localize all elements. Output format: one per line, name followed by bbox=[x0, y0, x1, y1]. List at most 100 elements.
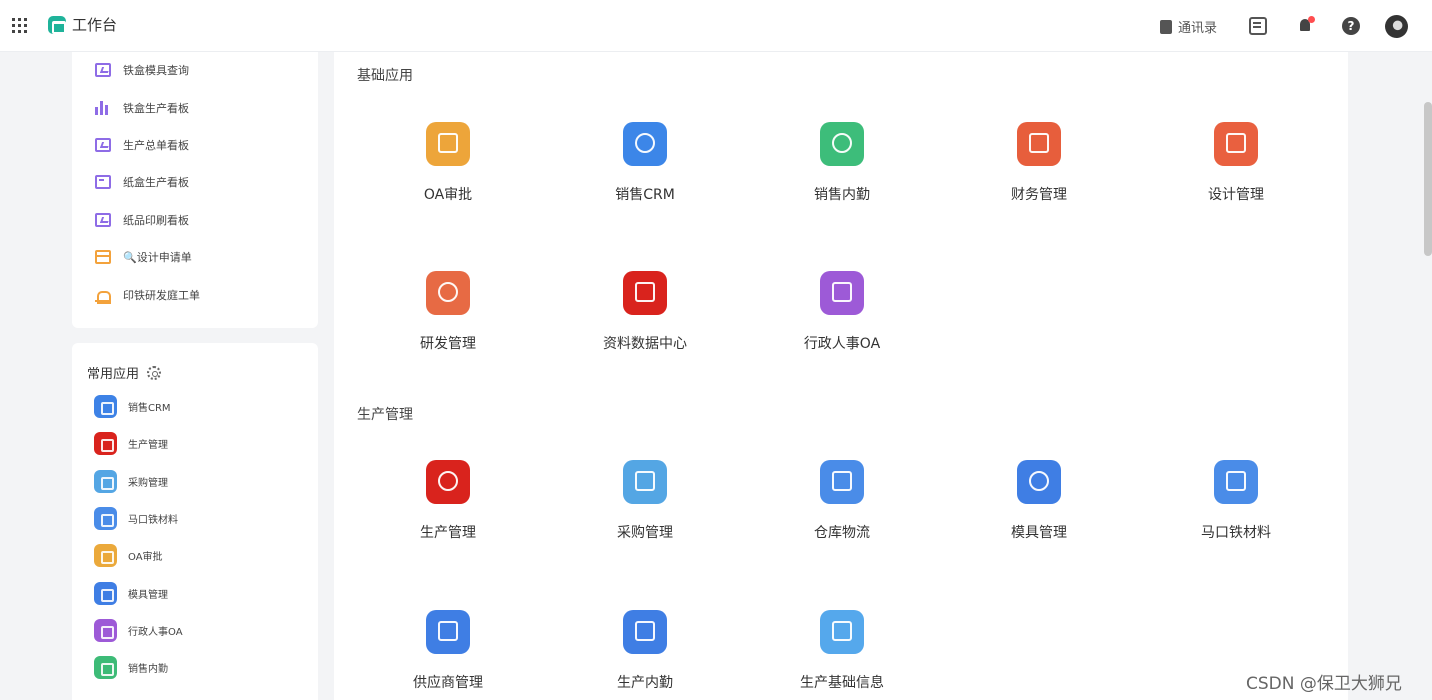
settings-gear-icon[interactable] bbox=[147, 365, 162, 380]
notification-bell-icon[interactable] bbox=[1297, 16, 1315, 35]
app-tile-label: 行政人事OA bbox=[803, 336, 881, 352]
report-link[interactable]: 生产总单看板 bbox=[95, 137, 189, 153]
address-book-icon bbox=[1160, 19, 1172, 34]
app-tile[interactable]: 研发管理 bbox=[378, 271, 518, 371]
oa-icon bbox=[94, 619, 117, 642]
app-launcher: 基础应用 OA审批 销售CRM 销售内勤 财务管理 设计管理 研发管理 资料数据… bbox=[334, 52, 1348, 700]
app-tile[interactable]: 销售CRM bbox=[575, 122, 715, 222]
common-app-item[interactable]: 销售CRM bbox=[94, 395, 171, 418]
report-link-label: 纸品印刷看板 bbox=[123, 214, 189, 227]
common-app-label: 销售CRM bbox=[128, 403, 171, 414]
mfg-icon bbox=[94, 432, 117, 455]
report-link-label: 印铁研发庭工单 bbox=[123, 289, 200, 302]
common-app-label: 采购管理 bbox=[128, 478, 168, 489]
user-avatar[interactable] bbox=[1385, 15, 1408, 38]
app-tile[interactable]: 采购管理 bbox=[575, 460, 715, 560]
app-tile[interactable]: 财务管理 bbox=[969, 122, 1109, 222]
app-tile[interactable]: 生产内勤 bbox=[575, 610, 715, 700]
contacts-button[interactable]: 通讯录 bbox=[1160, 17, 1217, 36]
report-link[interactable]: 铁盒生产看板 bbox=[95, 100, 189, 116]
app-tile[interactable]: 模具管理 bbox=[969, 460, 1109, 560]
app-tile[interactable]: 仓库物流 bbox=[772, 460, 912, 560]
app-tile-label: 采购管理 bbox=[617, 525, 673, 541]
app-title: 工作台 bbox=[72, 16, 118, 34]
gear-mes-icon bbox=[94, 582, 117, 605]
report-link[interactable]: 纸品印刷看板 bbox=[95, 212, 189, 228]
cart-icon bbox=[820, 610, 864, 654]
warehouse-icon bbox=[623, 610, 667, 654]
warehouse-icon bbox=[426, 610, 470, 654]
report-link-label: 生产总单看板 bbox=[123, 139, 189, 152]
app-tile-label: 资料数据中心 bbox=[603, 336, 687, 352]
crm-hub-icon bbox=[623, 122, 667, 166]
mfg-icon bbox=[426, 460, 470, 504]
common-app-label: 生产管理 bbox=[128, 440, 168, 451]
common-app-item[interactable]: 销售内勤 bbox=[94, 656, 168, 679]
hand-package-icon bbox=[94, 470, 117, 493]
bar-chart-icon bbox=[95, 101, 111, 115]
app-tile-label: 财务管理 bbox=[1011, 187, 1067, 203]
app-tile-label: 模具管理 bbox=[1011, 525, 1067, 541]
app-tile-label: 仓库物流 bbox=[814, 525, 870, 541]
app-tile-label: OA审批 bbox=[423, 187, 473, 203]
truck-icon bbox=[820, 460, 864, 504]
app-grid-icon[interactable] bbox=[12, 18, 27, 33]
app-tile-label: 设计管理 bbox=[1208, 187, 1264, 203]
common-app-item[interactable]: 模具管理 bbox=[94, 582, 168, 605]
common-app-label: 马口铁材料 bbox=[128, 515, 178, 526]
app-tile[interactable]: 供应商管理 bbox=[378, 610, 518, 700]
report-link-label: 🔍设计申请单 bbox=[123, 251, 192, 264]
app-tile[interactable]: 资料数据中心 bbox=[575, 271, 715, 371]
common-app-label: 行政人事OA bbox=[128, 627, 183, 638]
app-tile-label: 研发管理 bbox=[420, 336, 476, 352]
oa-icon bbox=[94, 544, 117, 567]
common-app-item[interactable]: 生产管理 bbox=[94, 432, 168, 455]
app-tile[interactable]: 行政人事OA bbox=[772, 271, 912, 371]
report-link-label: 纸盒生产看板 bbox=[123, 176, 189, 189]
common-app-item[interactable]: 行政人事OA bbox=[94, 619, 183, 642]
contacts-label: 通讯录 bbox=[1178, 21, 1218, 36]
common-app-item[interactable]: 采购管理 bbox=[94, 470, 168, 493]
app-tile[interactable]: 设计管理 bbox=[1166, 122, 1306, 222]
store-icon bbox=[1214, 122, 1258, 166]
help-icon[interactable]: ? bbox=[1342, 17, 1360, 35]
oa-icon bbox=[820, 271, 864, 315]
store-icon bbox=[94, 507, 117, 530]
report-link-label: 铁盒模具查询 bbox=[123, 64, 189, 77]
hand-package-icon bbox=[623, 460, 667, 504]
store-icon bbox=[95, 250, 111, 264]
calculator-icon bbox=[95, 175, 111, 189]
app-tile-label: 马口铁材料 bbox=[1201, 525, 1271, 541]
app-tile-label: 生产基础信息 bbox=[800, 675, 884, 691]
app-tile[interactable]: 销售内勤 bbox=[772, 122, 912, 222]
app-tile[interactable]: 生产管理 bbox=[378, 460, 518, 560]
report-link[interactable]: 纸盒生产看板 bbox=[95, 174, 189, 190]
screen-chart-icon bbox=[95, 63, 111, 77]
app-tile[interactable]: 马口铁材料 bbox=[1166, 460, 1306, 560]
report-link[interactable]: 🔍设计申请单 bbox=[95, 249, 192, 265]
oa-icon bbox=[426, 122, 470, 166]
report-link-label: 铁盒生产看板 bbox=[123, 102, 189, 115]
workbench-logo-icon bbox=[48, 15, 66, 34]
app-tile-label: 生产管理 bbox=[420, 525, 476, 541]
common-app-label: OA审批 bbox=[128, 552, 163, 563]
report-link[interactable]: 铁盒模具查询 bbox=[95, 62, 189, 78]
watermark: CSDN @保卫大狮兄 bbox=[1246, 674, 1402, 694]
crm-cloud-icon bbox=[820, 122, 864, 166]
store-icon bbox=[1214, 460, 1258, 504]
common-app-item[interactable]: OA审批 bbox=[94, 544, 163, 567]
app-brand[interactable]: 工作台 bbox=[48, 14, 117, 35]
yen-icon bbox=[1017, 122, 1061, 166]
planet-icon bbox=[426, 271, 470, 315]
screen-chart-icon bbox=[95, 138, 111, 152]
alarm-icon bbox=[95, 288, 111, 304]
app-tile[interactable]: 生产基础信息 bbox=[772, 610, 912, 700]
section-title-basic: 基础应用 bbox=[357, 68, 413, 84]
id-card-icon[interactable] bbox=[1249, 17, 1267, 35]
report-link[interactable]: 印铁研发庭工单 bbox=[95, 287, 200, 304]
crm-hub-icon bbox=[94, 395, 117, 418]
app-tile[interactable]: OA审批 bbox=[378, 122, 518, 222]
common-app-item[interactable]: 马口铁材料 bbox=[94, 507, 178, 530]
section-title-production: 生产管理 bbox=[357, 407, 413, 423]
page-scrollbar[interactable] bbox=[1424, 102, 1432, 256]
